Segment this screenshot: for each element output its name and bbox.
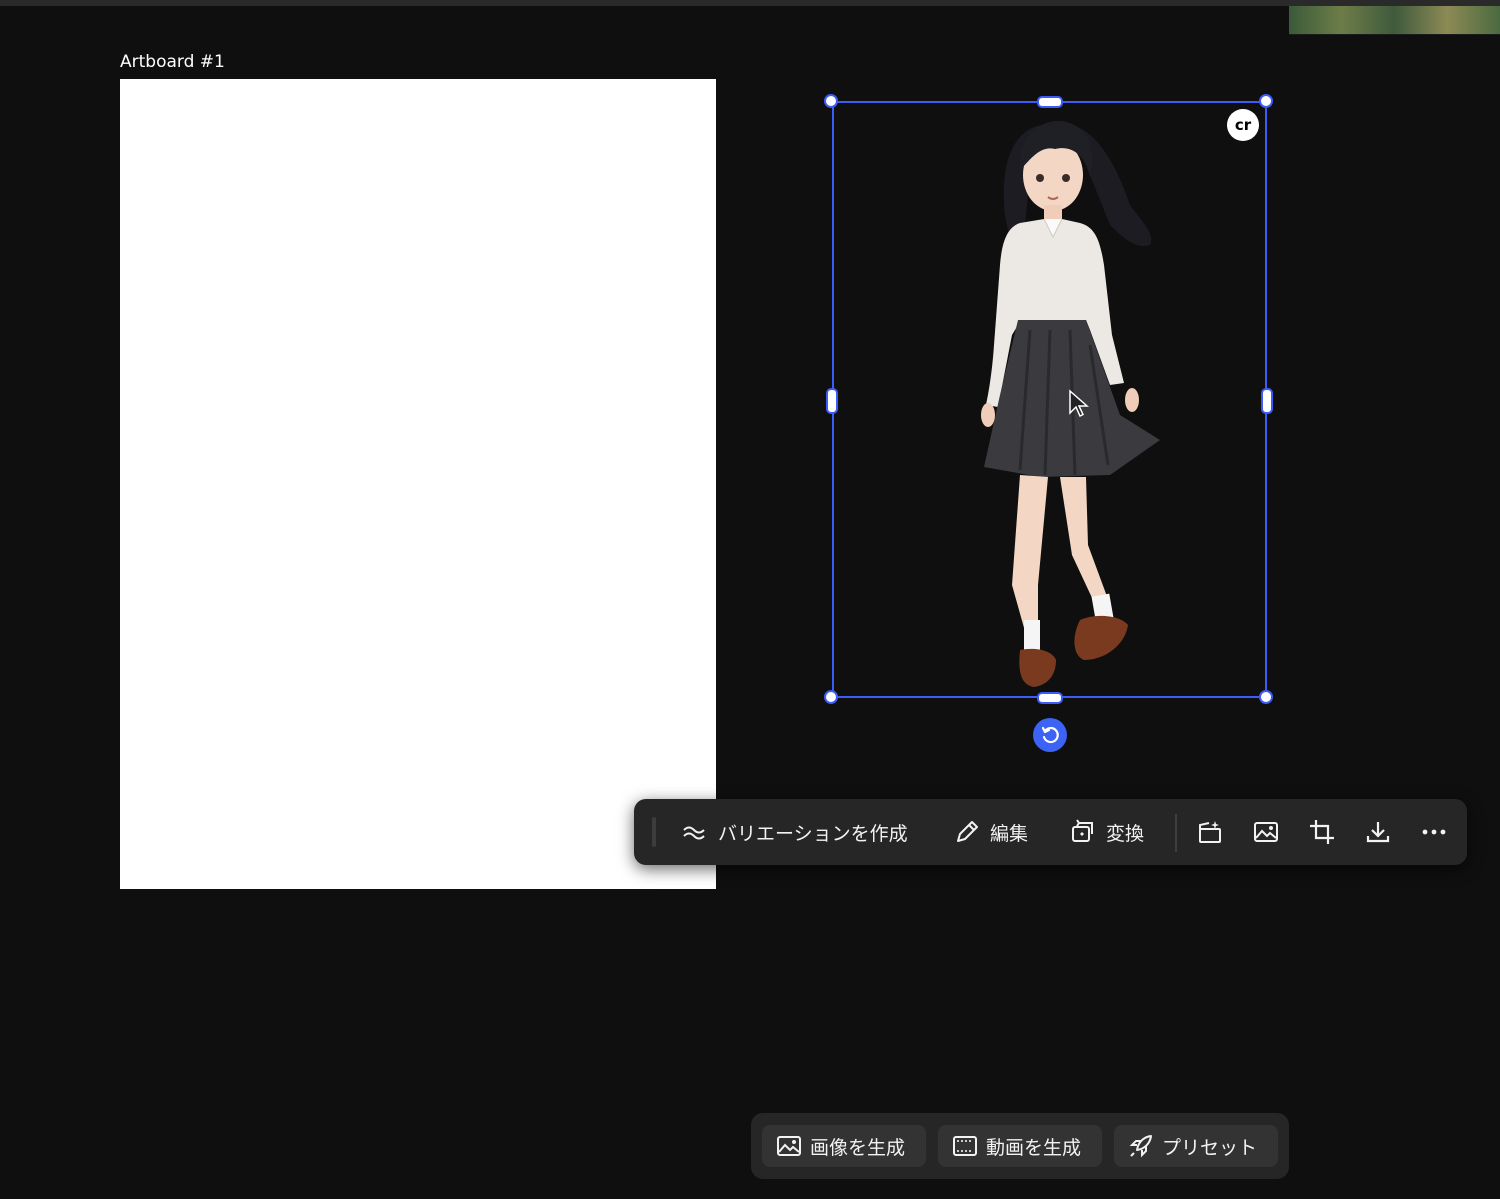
crop-icon: [1310, 820, 1334, 844]
generate-image-button[interactable]: 画像を生成: [762, 1125, 926, 1167]
resize-handle-top[interactable]: [1037, 96, 1063, 108]
image-icon: [777, 1136, 801, 1156]
resize-handle-top-left[interactable]: [824, 94, 838, 108]
edit-button[interactable]: 編集: [954, 799, 1028, 865]
convert-icon: [1072, 819, 1093, 842]
create-variation-label: バリエーションを作成: [718, 822, 908, 845]
image-icon: [1254, 822, 1278, 842]
rocket-icon: [1129, 1135, 1152, 1158]
rotate-handle[interactable]: [1033, 718, 1067, 752]
rotate-icon: [1041, 726, 1059, 744]
resize-handle-left[interactable]: [826, 388, 838, 414]
toolbar-drag-handle[interactable]: [652, 817, 656, 847]
resize-handle-top-right[interactable]: [1259, 94, 1273, 108]
more-icon: [1422, 829, 1446, 835]
context-toolbar: バリエーションを作成 編集 変換: [634, 799, 1467, 865]
generate-image-label: 画像を生成: [810, 1136, 906, 1159]
artboard[interactable]: [120, 79, 716, 889]
preset-label: プリセット: [1162, 1136, 1258, 1159]
convert-label: 変換: [1106, 822, 1145, 845]
generate-video-button[interactable]: 動画を生成: [938, 1125, 1102, 1167]
preset-button[interactable]: プリセット: [1114, 1125, 1278, 1167]
resize-handle-right[interactable]: [1261, 388, 1273, 414]
more-options-button[interactable]: [1420, 818, 1448, 846]
generation-bar: 画像を生成 動画を生成 プリセット: [751, 1113, 1289, 1179]
edit-label: 編集: [990, 822, 1029, 845]
resize-handle-bottom-left[interactable]: [824, 690, 838, 704]
resize-handle-bottom[interactable]: [1037, 692, 1063, 704]
toolbar-divider: [1175, 814, 1177, 852]
top-bar: [0, 0, 1500, 6]
animate-button[interactable]: [1196, 818, 1224, 846]
film-icon: [953, 1136, 977, 1156]
image-thumbnail[interactable]: [1289, 6, 1500, 35]
variation-icon: [683, 826, 705, 840]
selection-box[interactable]: [832, 101, 1267, 698]
image-button[interactable]: [1252, 818, 1280, 846]
generate-video-label: 動画を生成: [986, 1136, 1082, 1159]
download-icon: [1366, 822, 1390, 843]
create-variation-button[interactable]: バリエーションを作成: [682, 799, 908, 865]
download-button[interactable]: [1364, 818, 1392, 846]
artboard-label[interactable]: Artboard #1: [120, 52, 225, 72]
pencil-icon: [957, 821, 978, 842]
crop-button[interactable]: [1308, 818, 1336, 846]
clapperboard-sparkle-icon: [1199, 821, 1221, 843]
mouse-cursor-icon: [1069, 389, 1089, 418]
content-credentials-badge[interactable]: cr: [1227, 109, 1259, 141]
convert-button[interactable]: 変換: [1070, 799, 1144, 865]
resize-handle-bottom-right[interactable]: [1259, 690, 1273, 704]
